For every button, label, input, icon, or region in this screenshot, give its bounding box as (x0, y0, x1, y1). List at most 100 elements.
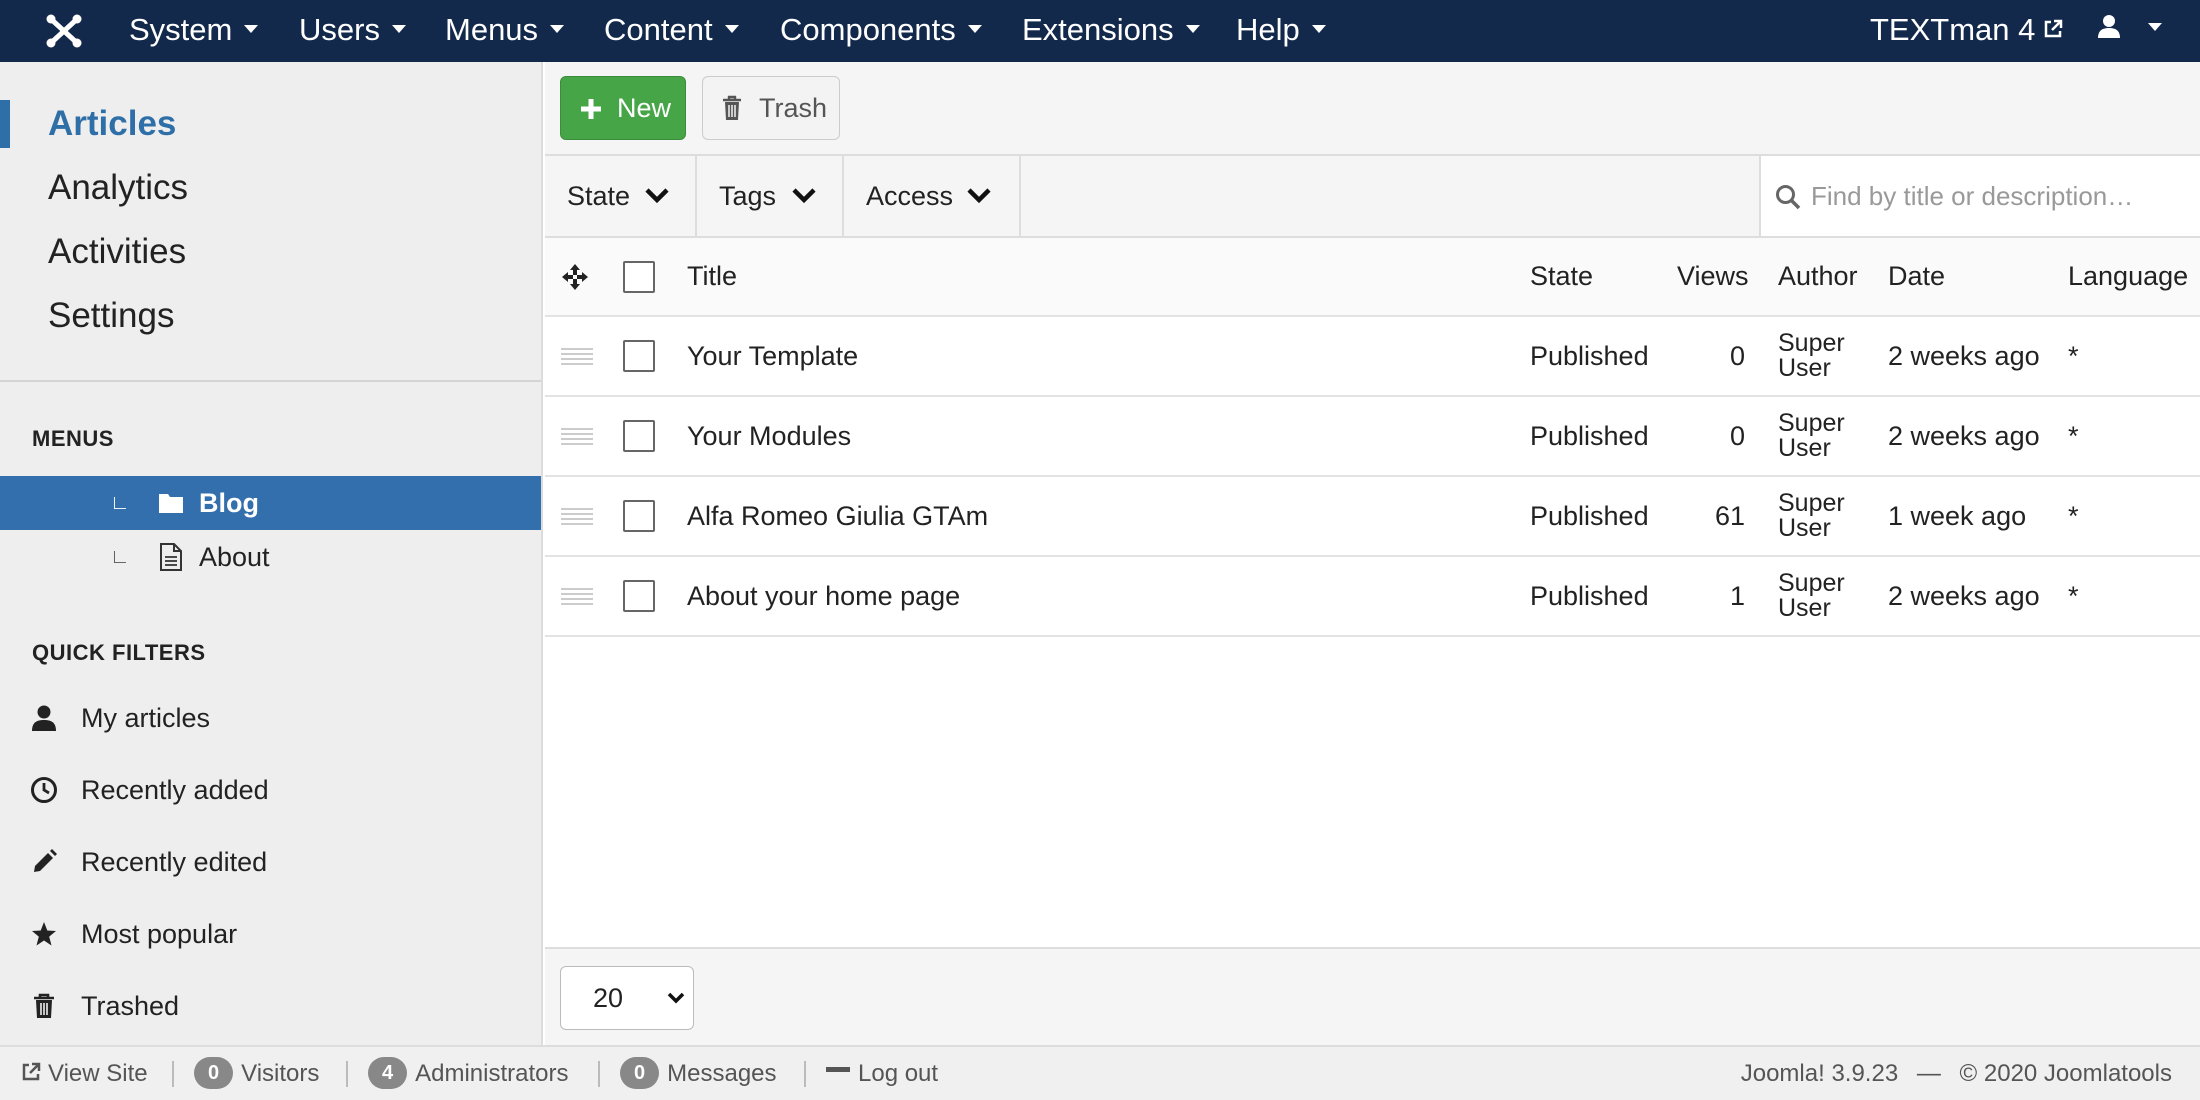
clock-icon (31, 777, 57, 803)
caret-down-icon (724, 24, 739, 33)
article-date: 1 week ago (1888, 500, 2027, 531)
search-box (1759, 156, 2200, 236)
select-all-cell (623, 238, 655, 315)
quick-filter-label: Recently edited (81, 847, 268, 877)
new-button[interactable]: New (560, 76, 686, 140)
articles-table: Title State Views Author Date Language Y… (545, 238, 2200, 637)
sidebar-item-settings[interactable]: Settings (0, 284, 541, 348)
language-column-header[interactable]: Language (2068, 238, 2188, 315)
article-date: 2 weeks ago (1888, 420, 2040, 451)
views-column-header[interactable]: Views (1677, 238, 1749, 315)
sidebar-divider (0, 380, 541, 382)
menu-tree-item-blog[interactable]: ∟ Blog (0, 476, 541, 530)
quick-filter-recently-added[interactable]: Recently added (0, 762, 541, 818)
sidebar: Articles Analytics Activities Settings M… (0, 62, 543, 1045)
version-info: Joomla! 3.9.23 — © 2020 Joomlatools (1741, 1047, 2172, 1100)
title-column-header[interactable]: Title (687, 238, 737, 315)
document-icon (160, 543, 182, 571)
article-views: 61 (1714, 500, 1745, 531)
article-date: 2 weeks ago (1888, 580, 2040, 611)
row-checkbox[interactable] (623, 420, 655, 452)
article-title-link[interactable]: Your Modules (687, 397, 851, 475)
site-name-link[interactable]: TEXTman 4 (1870, 0, 2064, 62)
row-checkbox[interactable] (623, 580, 655, 612)
menu-content[interactable]: Content (604, 0, 739, 62)
quick-filter-recently-edited[interactable]: Recently edited (0, 834, 541, 890)
sidebar-item-activities[interactable]: Activities (0, 220, 541, 284)
quick-filter-trashed[interactable]: Trashed (0, 978, 541, 1034)
new-button-label: New (617, 93, 672, 123)
tags-filter-dropdown[interactable]: Tags (697, 156, 844, 236)
author-column-header[interactable]: Author (1778, 238, 1858, 315)
drag-handle[interactable] (561, 557, 593, 635)
table-row: About your home page Published 1 Super U… (545, 557, 2200, 637)
quick-filter-most-popular[interactable]: Most popular (0, 906, 541, 962)
visitors-indicator[interactable]: 0 Visitors (194, 1047, 319, 1100)
drag-handle-icon (561, 428, 593, 445)
article-state: Published (1530, 420, 1649, 451)
row-select-cell (623, 477, 655, 555)
drag-handle-icon (561, 508, 593, 525)
user-menu[interactable] (2096, 0, 2163, 62)
page-limit-value: 20 (593, 983, 624, 1013)
page-limit-select[interactable]: 20 (560, 966, 694, 1030)
menu-components[interactable]: Components (780, 0, 982, 62)
article-state: Published (1530, 340, 1649, 371)
site-name-label: TEXTman 4 (1870, 12, 2036, 47)
drag-handle-icon (561, 348, 593, 365)
state-column-header[interactable]: State (1530, 238, 1593, 315)
table-row: Your Template Published 0 Super User 2 w… (545, 317, 2200, 397)
menu-system[interactable]: System (129, 0, 259, 62)
pencil-icon (34, 849, 57, 872)
menu-extensions-label: Extensions (1022, 12, 1174, 47)
menu-help[interactable]: Help (1236, 0, 1326, 62)
row-checkbox[interactable] (623, 500, 655, 532)
trash-button[interactable]: Trash (702, 76, 840, 140)
quick-filters-heading: QUICK FILTERS (32, 640, 206, 665)
menu-users[interactable]: Users (299, 0, 406, 62)
menu-tree-item-about[interactable]: ∟ About (0, 530, 541, 584)
state-filter-dropdown[interactable]: State (545, 156, 697, 236)
joomla-logo-icon[interactable] (44, 12, 84, 50)
article-author: Super User (1778, 409, 1845, 462)
move-icon (562, 263, 588, 290)
sidebar-item-articles[interactable]: Articles (0, 92, 541, 156)
tags-filter-label: Tags (719, 181, 777, 211)
menu-system-label: System (129, 12, 233, 47)
caret-down-icon (391, 24, 406, 33)
status-divider (598, 1061, 600, 1087)
administrators-indicator[interactable]: 4 Administrators (368, 1047, 569, 1100)
access-filter-dropdown[interactable]: Access (844, 156, 1021, 236)
article-title-link[interactable]: Your Template (687, 317, 858, 395)
logout-link[interactable]: Log out (826, 1047, 938, 1100)
date-column-header[interactable]: Date (1888, 238, 1945, 315)
menu-tree-label: Blog (199, 488, 259, 518)
search-input[interactable] (1811, 176, 2191, 216)
article-author: Super User (1778, 329, 1845, 382)
version-separator: — (1916, 1060, 1941, 1087)
menu-extensions[interactable]: Extensions (1022, 0, 1200, 62)
article-title-link[interactable]: Alfa Romeo Giulia GTAm (687, 477, 988, 555)
caret-down-icon (550, 24, 565, 33)
drag-handle[interactable] (561, 317, 593, 395)
status-divider (346, 1061, 348, 1087)
article-title-link[interactable]: About your home page (687, 557, 960, 635)
caret-down-icon (244, 24, 259, 33)
ordering-column-header[interactable] (561, 238, 589, 315)
article-views: 1 (1729, 580, 1745, 611)
drag-handle[interactable] (561, 477, 593, 555)
messages-indicator[interactable]: 0 Messages (620, 1047, 777, 1100)
row-checkbox[interactable] (623, 340, 655, 372)
select-all-checkbox[interactable] (623, 260, 655, 293)
administrators-label: Administrators (415, 1060, 569, 1087)
menu-menus[interactable]: Menus (445, 0, 565, 62)
view-site-link[interactable]: View Site (20, 1047, 148, 1100)
folder-icon (159, 494, 183, 513)
trash-icon (34, 993, 54, 1018)
filter-bar: State Tags Access (545, 156, 2200, 238)
quick-filter-my-articles[interactable]: My articles (0, 690, 541, 746)
drag-handle[interactable] (561, 397, 593, 475)
list-footer: 20 (545, 947, 2200, 1045)
article-language: * (2068, 420, 2079, 451)
sidebar-item-analytics[interactable]: Analytics (0, 156, 541, 220)
